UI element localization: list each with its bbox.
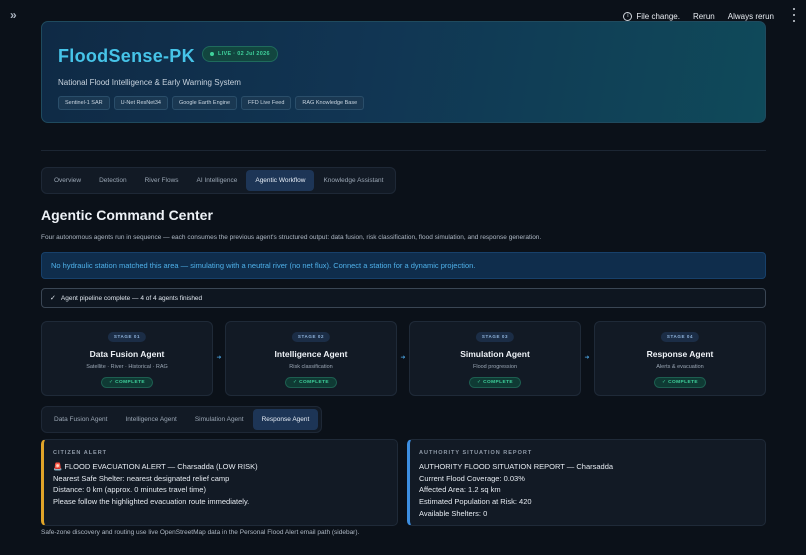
arrow-right-icon: ➜ xyxy=(216,355,222,361)
rerun-button[interactable]: Rerun xyxy=(693,12,715,21)
stage-card-intelligence: STAGE 02 Intelligence Agent Risk classif… xyxy=(225,321,397,396)
pipeline-status-text: Agent pipeline complete — 4 of 4 agents … xyxy=(60,294,203,302)
stage-name: Intelligence Agent xyxy=(274,349,348,359)
tab-response-agent[interactable]: Response Agent xyxy=(252,409,319,430)
stage-badge: STAGE 01 xyxy=(107,332,147,342)
tab-river-flows[interactable]: River Flows xyxy=(136,170,188,191)
citizen-alert-line: Distance: 0 km (approx. 0 minutes travel… xyxy=(53,485,206,495)
page-title: Agentic Command Center xyxy=(41,207,213,223)
authority-report-line: Available Shelters: 0 xyxy=(419,508,488,518)
arrow-right-icon: ➜ xyxy=(400,355,406,361)
always-rerun-button[interactable]: Always rerun xyxy=(728,12,774,21)
stage-description: Alerts & evacuation xyxy=(656,364,704,370)
divider xyxy=(41,150,766,151)
stage-badge: STAGE 04 xyxy=(660,332,700,342)
tab-simulation-agent[interactable]: Simulation Agent xyxy=(186,409,253,430)
citizen-alert-body: 🚨 FLOOD EVACUATION ALERT — Charsadda (LO… xyxy=(53,461,258,508)
tab-detection[interactable]: Detection xyxy=(90,170,135,191)
app-subtitle: National Flood Intelligence & Early Warn… xyxy=(58,78,241,87)
stage-status-badge: ✓ COMPLETE xyxy=(100,377,154,388)
authority-report-label: AUTHORITY SITUATION REPORT xyxy=(419,450,533,456)
arrow-right-icon: ➜ xyxy=(584,355,590,361)
stage-description: Flood progression xyxy=(472,364,518,370)
stage-status-badge: ✓ COMPLETE xyxy=(653,377,707,388)
footer-note: Safe-zone discovery and routing use live… xyxy=(41,529,360,536)
app-title: FloodSense-PK xyxy=(58,46,195,66)
stage-description: Satellite · River · Historical · RAG xyxy=(86,364,168,370)
stage-card-simulation: STAGE 03 Simulation Agent Flood progress… xyxy=(409,321,581,396)
page-description: Four autonomous agents run in sequence —… xyxy=(41,234,542,241)
authority-report-line: Affected Area: 1.2 sq km xyxy=(419,485,501,495)
stage-badge: STAGE 02 xyxy=(291,332,331,342)
stage-badge: STAGE 03 xyxy=(475,332,515,342)
authority-report-line: Estimated Population at Risk: 420 xyxy=(419,497,532,507)
file-change-status: File change. xyxy=(636,11,680,21)
pipeline-status[interactable]: ✓ Agent pipeline complete — 4 of 4 agent… xyxy=(41,288,766,308)
stage-status-badge: ✓ COMPLETE xyxy=(284,377,338,388)
stage-description: Risk classification xyxy=(289,364,333,370)
authority-report-card: AUTHORITY SITUATION REPORT AUTHORITY FLO… xyxy=(407,439,766,526)
tab-knowledge-assistant[interactable]: Knowledge Assistant xyxy=(314,170,392,191)
authority-report-body: AUTHORITY FLOOD SITUATION REPORT — Chars… xyxy=(419,461,613,520)
citizen-alert-card: CITIZEN ALERT 🚨 FLOOD EVACUATION ALERT —… xyxy=(41,439,398,526)
live-dot-icon xyxy=(210,52,214,56)
main-menu-icon[interactable] xyxy=(792,8,796,22)
stage-card-response: STAGE 04 Response Agent Alerts & evacuat… xyxy=(594,321,766,396)
stage-card-data-fusion: STAGE 01 Data Fusion Agent Satellite · R… xyxy=(41,321,213,396)
tech-tags: Sentinel-1 SAR U-Net ResNet34 Google Ear… xyxy=(58,96,365,110)
main-tabs: Overview Detection River Flows AI Intell… xyxy=(41,167,397,194)
check-icon: ✓ xyxy=(50,295,56,302)
info-icon: i xyxy=(623,11,633,21)
tab-data-fusion-agent[interactable]: Data Fusion Agent xyxy=(45,409,116,430)
citizen-alert-label: CITIZEN ALERT xyxy=(53,450,108,456)
tab-agentic-workflow[interactable]: Agentic Workflow xyxy=(246,170,315,191)
hero-banner: FloodSense-PK LIVE · 02 Jul 2026 Nationa… xyxy=(41,21,766,123)
live-badge: LIVE · 02 Jul 2026 xyxy=(202,46,278,62)
tab-overview[interactable]: Overview xyxy=(45,170,90,191)
stage-name: Data Fusion Agent xyxy=(89,349,165,359)
tag-ffd: FFD Live Feed xyxy=(241,96,292,110)
agent-stages: STAGE 01 Data Fusion Agent Satellite · R… xyxy=(41,321,766,396)
stage-name: Response Agent xyxy=(646,349,714,359)
citizen-alert-line: Nearest Safe Shelter: nearest designated… xyxy=(53,473,230,483)
tag-unet: U-Net ResNet34 xyxy=(113,96,168,110)
tab-ai-intelligence[interactable]: AI Intelligence xyxy=(188,170,247,191)
citizen-alert-line: 🚨 FLOOD EVACUATION ALERT — Charsadda (LO… xyxy=(53,462,258,471)
info-banner: No hydraulic station matched this area —… xyxy=(41,252,766,279)
tab-intelligence-agent[interactable]: Intelligence Agent xyxy=(116,409,185,430)
tag-sentinel: Sentinel-1 SAR xyxy=(58,96,110,110)
stage-name: Simulation Agent xyxy=(460,349,530,359)
authority-report-line: Current Flood Coverage: 0.03% xyxy=(419,473,525,483)
chevrons-right-icon[interactable]: » xyxy=(10,9,24,21)
citizen-alert-line: Please follow the highlighted evacuation… xyxy=(53,497,250,507)
agent-tabs: Data Fusion Agent Intelligence Agent Sim… xyxy=(41,406,323,433)
tag-gee: Google Earth Engine xyxy=(171,96,238,110)
live-badge-text: LIVE · 02 Jul 2026 xyxy=(218,51,270,57)
tag-rag: RAG Knowledge Base xyxy=(295,96,365,110)
stage-status-badge: ✓ COMPLETE xyxy=(468,377,522,388)
authority-report-line: AUTHORITY FLOOD SITUATION REPORT — Chars… xyxy=(419,462,614,471)
